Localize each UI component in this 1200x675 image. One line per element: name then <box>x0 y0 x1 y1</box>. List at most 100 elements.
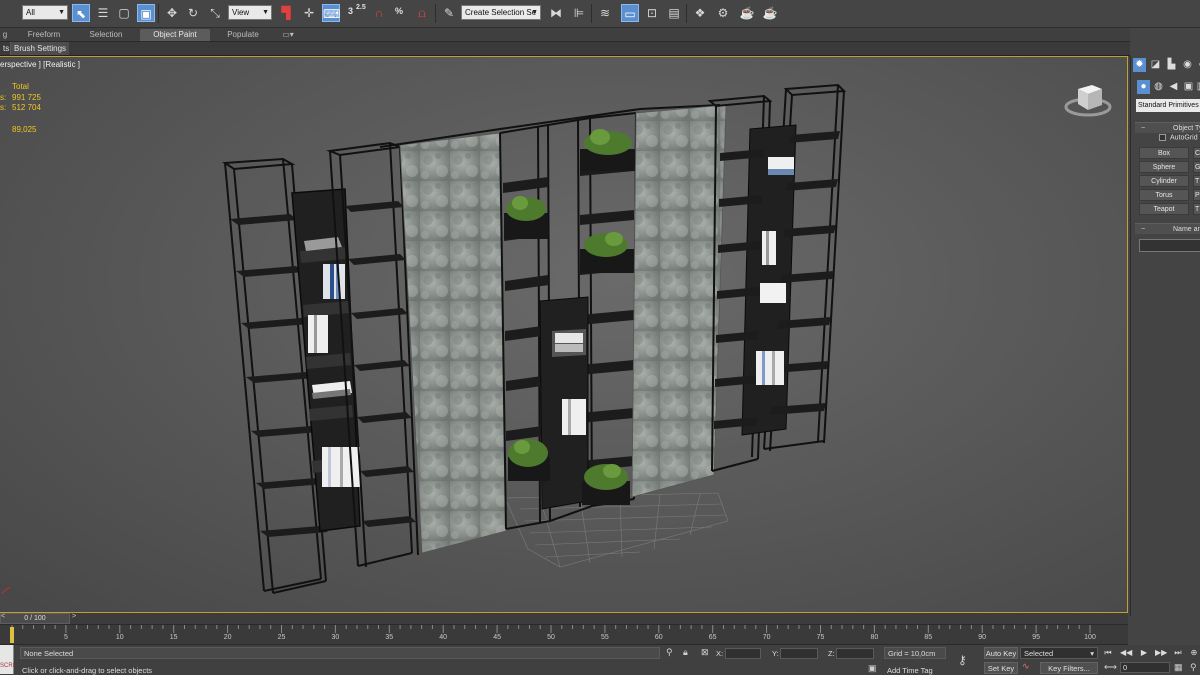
time-slider-prev-button[interactable]: < <box>1 613 5 620</box>
key-tangent-icon[interactable]: ∿ <box>1022 661 1030 672</box>
tab-freeform[interactable]: Freeform <box>22 29 66 41</box>
angle-snap-icon[interactable]: ∩ <box>370 4 388 22</box>
next-frame-icon[interactable]: ▶▶ <box>1155 647 1167 658</box>
track-bar-tick-label: 35 <box>385 634 394 641</box>
teapot-button[interactable]: Teapot <box>1139 203 1189 215</box>
tab-object-paint[interactable]: Object Paint <box>140 29 210 41</box>
selection-lock-icon[interactable]: 🔒︎ <box>683 647 688 658</box>
time-config-settings-icon[interactable]: ▦ <box>1174 662 1183 673</box>
perspective-viewport[interactable]: erspective ] [Realistic ] Total s: 991 7… <box>0 56 1128 613</box>
align-icon[interactable]: ⊫ <box>570 4 588 22</box>
track-bar-tick-label: 60 <box>654 634 663 641</box>
isolate-selection-icon[interactable]: ⚲ <box>666 647 673 658</box>
set-keys-key-icon[interactable]: ⚷ <box>958 653 967 667</box>
geometry-icon[interactable]: ● <box>1137 80 1150 94</box>
render-production-icon[interactable]: ☕ <box>761 4 779 22</box>
material-editor-icon[interactable]: ❖ <box>691 4 709 22</box>
time-tag-icon[interactable]: ▣ <box>868 663 877 674</box>
pyramid-button[interactable]: P <box>1193 189 1200 201</box>
viewport-label[interactable]: erspective ] [Realistic ] <box>0 60 80 69</box>
torus-button[interactable]: Torus <box>1139 189 1189 201</box>
y-coordinate-field[interactable] <box>780 648 818 659</box>
time-config-icon[interactable]: ⟷ <box>1104 662 1117 673</box>
cylinder-button[interactable]: Cylinder <box>1139 175 1189 187</box>
motion-tab-icon[interactable]: ◉ <box>1181 58 1194 72</box>
edit-named-selection-icon[interactable]: ✎ <box>440 4 458 22</box>
rotate-icon[interactable]: ↻ <box>184 4 202 22</box>
object-type-rollout[interactable]: − Object Ty <box>1135 122 1200 133</box>
add-time-tag-button[interactable]: Add Time Tag <box>887 666 933 675</box>
go-to-end-icon[interactable]: ⏭ <box>1172 647 1184 658</box>
absolute-mode-icon[interactable]: ⊠ <box>701 647 709 658</box>
go-to-start-icon[interactable]: ⏮ <box>1102 647 1114 658</box>
current-frame-marker[interactable] <box>10 627 14 643</box>
snaps-toggle[interactable]: 3 <box>348 6 353 16</box>
viewport-navigation-icon[interactable]: ⚲ <box>1190 662 1197 673</box>
tab-selection[interactable]: Selection <box>84 29 128 41</box>
previous-frame-icon[interactable]: ◀◀ <box>1120 647 1132 658</box>
track-bar[interactable]: 5 10 15 20 25 30 35 40 45 50 55 60 65 70 75 80 85 90 95 100 <box>0 625 1128 645</box>
window-crossing-icon[interactable]: ▣ <box>137 4 155 22</box>
helpers-icon[interactable]: ▥ <box>1195 80 1200 94</box>
name-and-color-rollout[interactable]: − Name and C <box>1135 223 1200 234</box>
ribbon-panel-brush-settings[interactable]: Brush Settings <box>10 42 70 55</box>
time-slider[interactable]: 0 / 100 < > <box>0 613 1128 625</box>
select-by-name-icon[interactable]: ☰ <box>94 4 112 22</box>
modify-tab-icon[interactable]: ◪ <box>1149 58 1162 72</box>
set-key-button[interactable]: Set Key <box>984 662 1018 674</box>
geosphere-button[interactable]: G <box>1193 161 1200 173</box>
chevron-down-icon: ▼ <box>262 9 269 16</box>
primitive-category-dropdown[interactable]: Standard Primitives <box>1136 99 1200 112</box>
create-tab-icon[interactable]: ✹ <box>1133 58 1146 72</box>
rendered-frame-window-icon[interactable]: ☕ <box>738 4 756 22</box>
sphere-button[interactable]: Sphere <box>1139 161 1189 173</box>
schematic-view-icon[interactable]: ▤ <box>665 4 683 22</box>
textplus-button[interactable]: T <box>1193 203 1200 215</box>
keyboard-shortcut-override-icon[interactable]: ⌨ <box>322 4 340 22</box>
scene-explorer-icon[interactable]: ▭ <box>621 4 639 22</box>
object-name-field[interactable] <box>1139 239 1200 252</box>
rectangular-selection-icon[interactable]: ▢ <box>115 4 133 22</box>
percent-snap-toggle[interactable]: % <box>395 6 403 16</box>
play-icon[interactable]: ▶ <box>1138 647 1150 658</box>
mirror-icon[interactable]: ⧓ <box>547 4 565 22</box>
named-selection-set-dropdown[interactable]: Create Selection Se ▼ <box>461 5 541 20</box>
selection-filter-dropdown[interactable]: All ▼ <box>22 5 68 20</box>
select-manipulate-icon[interactable]: ✛ <box>300 4 318 22</box>
lights-icon[interactable]: ◀ <box>1167 80 1180 94</box>
maxscript-listener[interactable]: SCRI <box>0 645 14 674</box>
key-mode-dropdown[interactable]: Selected ▾ <box>1020 647 1098 659</box>
box-button[interactable]: Box <box>1139 147 1189 159</box>
tab-modeling[interactable]: g <box>0 29 10 41</box>
x-coordinate-field[interactable] <box>725 648 761 659</box>
render-setup-icon[interactable]: ⚙ <box>714 4 732 22</box>
auto-key-button[interactable]: Auto Key <box>984 647 1018 659</box>
ribbon-options-icon[interactable]: ▭▾ <box>278 29 298 41</box>
tube-button[interactable]: T <box>1193 175 1200 187</box>
track-bar-tick-label: 45 <box>493 634 501 641</box>
scale-icon[interactable]: ⤡ <box>206 4 224 22</box>
time-slider-next-button[interactable]: > <box>72 613 82 620</box>
use-pivot-center-icon[interactable]: ▜ <box>277 4 295 22</box>
current-frame-field[interactable]: 0 <box>1120 662 1170 673</box>
cone-button[interactable]: C <box>1193 147 1200 159</box>
key-mode-toggle-icon[interactable]: ⊕ <box>1188 647 1200 658</box>
viewcube-icon[interactable] <box>1060 77 1120 121</box>
display-tab-icon[interactable]: ◐ <box>1195 58 1200 72</box>
main-toolbar: All ▼ ⬉ ☰ ▢ ▣ ✥ ↻ ⤡ View ▼ ▜ ✛ ⌨ 3 2.5 ∩ %… <box>0 0 1200 28</box>
move-icon[interactable]: ✥ <box>163 4 181 22</box>
tab-populate[interactable]: Populate <box>220 29 266 41</box>
angle-snap-toggle[interactable]: 2.5 <box>356 4 366 11</box>
z-coordinate-field[interactable] <box>836 648 874 659</box>
time-slider-knob[interactable]: 0 / 100 <box>0 613 70 624</box>
hierarchy-tab-icon[interactable]: ▙ <box>1165 58 1178 72</box>
curve-editor-icon[interactable]: ⊡ <box>643 4 661 22</box>
key-filters-button[interactable]: Key Filters... <box>1040 662 1098 674</box>
reference-coordinate-dropdown[interactable]: View ▼ <box>228 5 272 20</box>
autogrid-checkbox[interactable]: AutoGrid <box>1159 134 1198 141</box>
spinner-snap-icon[interactable]: ⩍ <box>413 4 431 22</box>
shapes-icon[interactable]: ◍ <box>1152 80 1165 94</box>
layer-explorer-icon[interactable]: ≋ <box>596 4 614 22</box>
cameras-icon[interactable]: ▣ <box>1182 80 1195 94</box>
select-object-icon[interactable]: ⬉ <box>72 4 90 22</box>
